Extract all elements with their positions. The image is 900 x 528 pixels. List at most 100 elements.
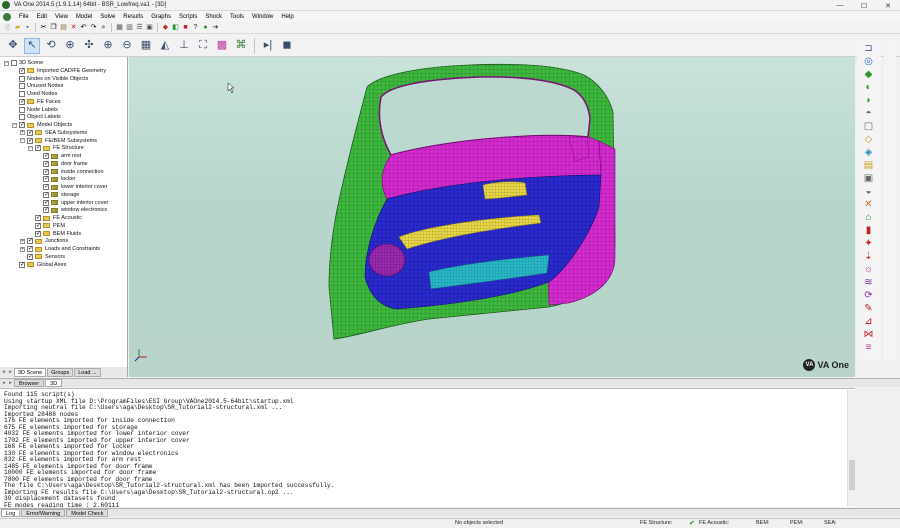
tab-scroll-left-icon[interactable]: ◂ [0,380,7,386]
tab-scroll-right-icon[interactable]: ▸ [7,380,14,386]
undo-icon[interactable]: ↶ [79,23,88,32]
cut-icon[interactable]: ✂ [39,23,48,32]
collapse-icon[interactable]: − [20,138,25,143]
locker-mesh[interactable] [368,243,406,277]
menu-model[interactable]: Model [72,14,96,20]
rotate-icon[interactable]: ⟲ [43,38,59,54]
panel-icon[interactable]: ◇ [861,133,876,147]
list-icon[interactable]: ☰ [135,23,144,32]
camera-icon[interactable]: ◼ [279,38,295,54]
open-folder-icon[interactable]: ▰ [13,23,22,32]
menu-results[interactable]: Results [119,14,147,20]
visibility-checkbox[interactable]: ✓ [35,145,41,152]
orbit-icon[interactable]: ⊕ [62,38,78,54]
play-step-icon[interactable]: ▸| [260,38,276,54]
expand-icon[interactable]: + [20,130,25,136]
animation-icon[interactable]: ⌘ [233,38,249,54]
collapse-icon[interactable]: − [12,122,17,128]
log-scrollbar[interactable] [847,390,855,506]
properties-icon[interactable]: ▣ [145,23,154,32]
visibility-checkbox[interactable]: ✓ [43,168,49,175]
point-force-icon[interactable]: ✦ [861,237,876,251]
visibility-checkbox[interactable]: ✓ [27,129,33,136]
visibility-checkbox[interactable]: ✓ [43,160,49,167]
menu-tools[interactable]: Tools [226,14,248,20]
stop-icon[interactable]: ■ [181,23,190,32]
run-icon[interactable]: ● [201,23,210,32]
scrollbar-thumb[interactable] [849,460,855,490]
curved-shell-icon[interactable]: ◐ [861,81,876,95]
visibility-checkbox[interactable]: ✓ [43,176,49,183]
fluid-icon[interactable]: ⌂ [861,211,876,225]
find-icon[interactable]: ⌕ [99,23,108,32]
save-icon[interactable]: ▪ [23,23,32,32]
visibility-checkbox[interactable]: ✓ [43,199,49,206]
axes-icon[interactable]: ⊥ [176,38,192,54]
color-palette-icon[interactable]: ▩ [214,38,230,54]
damping-icon[interactable]: ▮ [861,224,876,238]
navigate-icon[interactable]: ✥ [5,38,21,54]
tab-3d-scene[interactable]: 3D Scene [14,367,47,377]
collapse-icon[interactable]: − [28,145,33,151]
visibility-checkbox[interactable]: ✓ [43,153,49,159]
grid-icon[interactable]: ▦ [115,23,124,32]
fit-view-icon[interactable]: ⛶ [195,38,211,54]
visibility-checkbox[interactable]: ✓ [19,98,25,105]
scene-tree[interactable]: −3D Scene ✓ Imported CAD/FE Geometry Nodes … [0,57,128,367]
visibility-checkbox[interactable]: ✓ [19,122,25,128]
visibility-checkbox[interactable] [19,83,25,90]
tree-item[interactable]: ✓ Global Axes [12,261,66,269]
menu-view[interactable]: View [51,14,72,20]
power-icon[interactable]: ≋ [861,276,876,290]
visibility-checkbox[interactable]: ✓ [35,215,41,221]
visibility-checkbox[interactable]: ✓ [19,261,25,268]
stack-icon[interactable]: ▤ [861,159,876,173]
select-arrow-icon[interactable]: ↖ [24,37,40,54]
collapse-icon[interactable]: − [4,60,9,66]
surface-icon[interactable]: ◭ [157,38,173,54]
half-space-icon[interactable]: ◒ [861,185,876,199]
visibility-checkbox[interactable]: ✓ [19,67,25,74]
visibility-checkbox[interactable] [19,75,25,82]
pan-icon[interactable]: ✣ [81,38,97,54]
expand-icon[interactable]: + [20,238,25,244]
visibility-checkbox[interactable]: ✓ [35,230,41,237]
mesh-icon[interactable]: ▦ [138,38,154,54]
menu-solve[interactable]: Solve [96,14,119,20]
graph-icon[interactable]: ◧ [171,23,180,32]
visibility-checkbox[interactable]: ✓ [35,222,41,229]
table-icon[interactable]: ▥ [125,23,134,32]
probe-icon[interactable]: ⊿ [861,315,876,329]
solve-icon[interactable]: ◆ [161,23,170,32]
visibility-checkbox[interactable] [19,91,25,97]
tab-3d[interactable]: 3D [45,379,63,387]
expand-icon[interactable]: + [20,246,25,252]
constraint-icon[interactable]: ⋈ [861,328,876,342]
beam-icon[interactable]: ⊐ [861,42,876,56]
tab-model-check[interactable]: Model Check [66,509,109,517]
help-icon[interactable]: ? [191,23,200,32]
layers-icon[interactable]: ≡ [861,341,876,355]
visibility-checkbox[interactable]: ✓ [43,207,49,214]
tab-scroll-left-icon[interactable]: ◂ [0,369,7,375]
tab-groups[interactable]: Groups [47,367,74,377]
visibility-checkbox[interactable] [11,60,17,66]
document-icon[interactable] [3,12,11,21]
tab-scroll-right-icon[interactable]: ▸ [7,369,14,375]
cavity-icon[interactable]: ▢ [861,120,876,134]
redo-icon[interactable]: ↷ [89,23,98,32]
visibility-checkbox[interactable]: ✓ [43,184,49,190]
zoom-in-icon[interactable]: ⊕ [100,38,116,54]
sphere-icon[interactable]: ◓ [861,107,876,121]
door-mesh-model[interactable] [129,57,855,377]
menu-scripts[interactable]: Scripts [175,14,201,20]
box-icon[interactable]: ▣ [861,172,876,186]
coupling-icon[interactable]: ⟳ [861,289,876,303]
menu-file[interactable]: File [15,14,33,20]
delete-icon[interactable]: ✕ [69,23,78,32]
copy-icon[interactable]: ❐ [49,23,58,32]
visibility-checkbox[interactable] [19,114,25,121]
paste-icon[interactable]: ▤ [59,23,68,32]
visibility-checkbox[interactable]: ✓ [27,253,33,260]
new-file-icon[interactable]: ▯ [3,23,12,32]
